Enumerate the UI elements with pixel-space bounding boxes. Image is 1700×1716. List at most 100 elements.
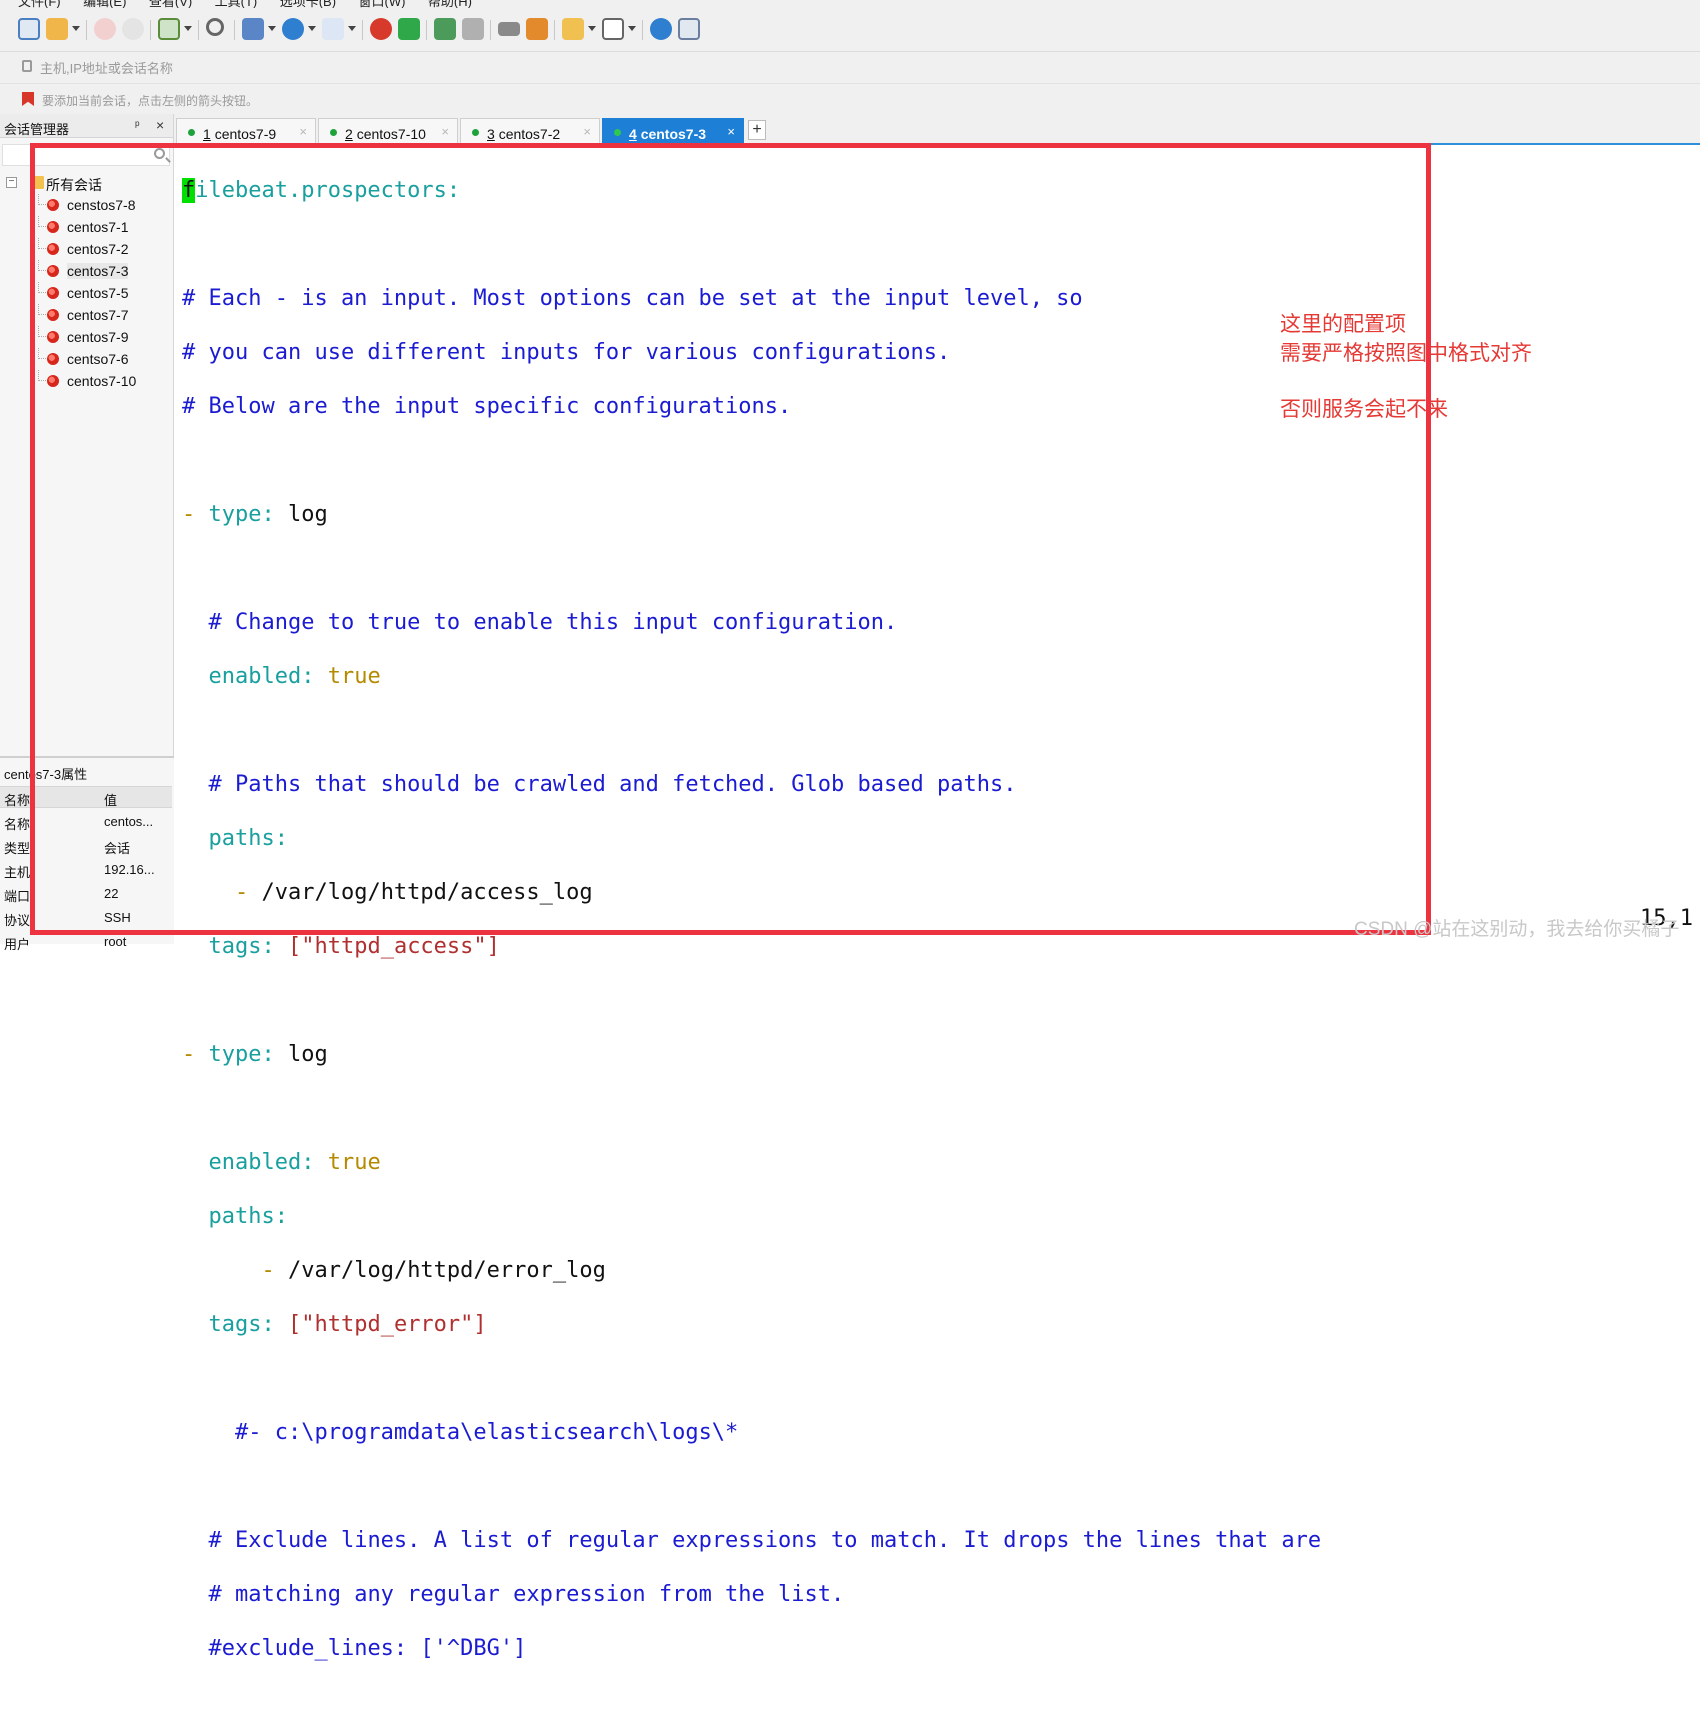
new-session-icon[interactable]	[18, 18, 40, 40]
help-icon[interactable]	[650, 18, 672, 40]
copy-dropdown-caret[interactable]	[268, 26, 276, 31]
session-label: centos7-2	[67, 241, 129, 257]
globe-dropdown-caret[interactable]	[308, 26, 316, 31]
compose-icon[interactable]	[562, 18, 584, 40]
tab-centos7-3-active[interactable]: 4 centos7-3 ×	[602, 118, 744, 145]
add-tab-button[interactable]: +	[748, 120, 766, 140]
menu-edit[interactable]: 编辑(E)	[83, 0, 126, 8]
property-row: 端口 22	[4, 886, 119, 904]
toolbar	[0, 8, 1700, 52]
tab-centos7-10[interactable]: 2 centos7-10 ×	[318, 118, 458, 145]
cursor: f	[182, 178, 196, 203]
status-dot-icon	[188, 129, 195, 136]
session-item-active[interactable]: centos7-3	[0, 260, 172, 282]
menu-view[interactable]: 查看(V)	[149, 0, 192, 8]
status-dot-icon	[330, 129, 337, 136]
session-label: centos7-9	[67, 329, 129, 345]
properties-header-name: 名称	[4, 793, 31, 808]
copy-icon[interactable]	[242, 18, 264, 40]
menu-file[interactable]: 文件(F)	[18, 0, 61, 8]
property-row: 类型 会话	[4, 841, 131, 856]
properties-title: centos7-3属性	[4, 767, 88, 782]
status-dot-icon	[614, 129, 621, 136]
layout-dropdown-caret[interactable]	[628, 26, 636, 31]
property-row: 名称 centos...	[4, 814, 154, 832]
properties-header-value: 值	[104, 793, 118, 808]
terminal-area[interactable]: filebeat.prospectors: # Each - is an inp…	[176, 148, 1700, 1661]
tab-close-icon[interactable]: ×	[299, 124, 307, 139]
highlight-icon[interactable]	[526, 18, 548, 40]
tab-centos7-9[interactable]: 1 centos7-9 ×	[176, 118, 316, 145]
disconnect-icon[interactable]	[122, 18, 144, 40]
session-item[interactable]: censtos7-8	[0, 194, 172, 216]
bookmark-icon[interactable]	[22, 92, 34, 106]
address-bar	[0, 52, 1700, 84]
connect-icon[interactable]	[94, 18, 116, 40]
tab-close-icon[interactable]: ×	[583, 124, 591, 139]
tab-close-icon[interactable]: ×	[441, 124, 449, 139]
tab-close-icon[interactable]: ×	[727, 124, 735, 139]
session-item[interactable]: centos7-2	[0, 238, 172, 260]
tree-root-all-sessions[interactable]: − 所有会话	[0, 172, 172, 194]
property-row: 协议 SSH	[4, 910, 131, 928]
folder-icon	[32, 176, 44, 189]
session-manager: 会话管理器 ᵖ × − 所有会话 censtos7-8 centos7-1 ce…	[0, 114, 174, 952]
host-input[interactable]	[40, 56, 1680, 80]
properties-panel: centos7-3属性 名称 值 名称 centos... 类型 会话 主机 192.…	[0, 756, 174, 952]
xftp-icon[interactable]	[398, 18, 420, 40]
session-icon	[47, 221, 59, 233]
session-icon	[47, 353, 59, 365]
session-item[interactable]: centos7-5	[0, 282, 172, 304]
annotation-line-3: 否则服务会起不来	[1280, 397, 1448, 421]
property-row: 用户名root	[4, 934, 127, 952]
compose-dropdown-caret[interactable]	[588, 26, 596, 31]
find-icon[interactable]	[206, 18, 224, 36]
session-icon	[47, 331, 59, 343]
session-item[interactable]: centso7-6	[0, 348, 172, 370]
watermark: CSDN @站在这别动，我去给你买橘子	[1354, 919, 1680, 940]
tree-root-label: 所有会话	[46, 177, 102, 193]
fullscreen-icon[interactable]	[434, 18, 456, 40]
session-label: centos7-5	[67, 285, 129, 301]
properties-icon[interactable]	[158, 18, 180, 40]
tab-bar: 1 centos7-9 × 2 centos7-10 × 3 centos7-2…	[174, 114, 1700, 145]
properties-header: 名称 值	[0, 786, 172, 808]
globe-icon[interactable]	[282, 18, 304, 40]
xshell-icon[interactable]	[370, 18, 392, 40]
session-label: centos7-3	[67, 263, 129, 279]
pin-icon[interactable]: ᵖ	[135, 118, 140, 132]
font-dropdown-caret[interactable]	[348, 26, 356, 31]
session-icon	[47, 265, 59, 277]
session-label: centos7-10	[67, 373, 137, 389]
keyboard-icon[interactable]	[498, 22, 520, 36]
session-icon	[47, 199, 59, 211]
properties-dropdown-caret[interactable]	[184, 26, 192, 31]
open-folder-icon[interactable]	[46, 18, 68, 40]
session-item[interactable]: centos7-1	[0, 216, 172, 238]
tab-centos7-2[interactable]: 3 centos7-2 ×	[460, 118, 600, 145]
session-icon	[47, 243, 59, 255]
menu-tabs[interactable]: 选项卡(B)	[280, 0, 336, 8]
menu-help[interactable]: 帮助(H)	[428, 0, 472, 8]
session-label: centos7-7	[67, 307, 129, 323]
hint-bar: 要添加当前会话，点击左侧的箭头按钮。	[0, 84, 1700, 114]
status-dot-icon	[472, 129, 479, 136]
collapse-icon[interactable]: −	[6, 177, 17, 188]
session-search-input[interactable]	[2, 144, 170, 166]
lock-icon[interactable]	[462, 18, 484, 40]
session-item[interactable]: centos7-9	[0, 326, 172, 348]
hint-text: 要添加当前会话，点击左侧的箭头按钮。	[42, 94, 259, 108]
close-icon[interactable]: ×	[156, 117, 164, 133]
property-row: 主机 192.16...	[4, 862, 155, 880]
session-tree: − 所有会话 censtos7-8 centos7-1 centos7-2 ce…	[0, 172, 172, 392]
menu-window[interactable]: 窗口(W)	[359, 0, 406, 8]
font-icon[interactable]	[322, 18, 344, 40]
session-item[interactable]: centos7-10	[0, 370, 172, 392]
terminal-text: filebeat.prospectors: # Each - is an inp…	[182, 178, 1322, 1661]
chat-icon[interactable]	[678, 18, 700, 40]
layout-icon[interactable]	[602, 18, 624, 40]
menu-tools[interactable]: 工具(T)	[215, 0, 258, 8]
open-dropdown-caret[interactable]	[72, 26, 80, 31]
search-icon[interactable]	[154, 148, 165, 159]
session-item[interactable]: centos7-7	[0, 304, 172, 326]
